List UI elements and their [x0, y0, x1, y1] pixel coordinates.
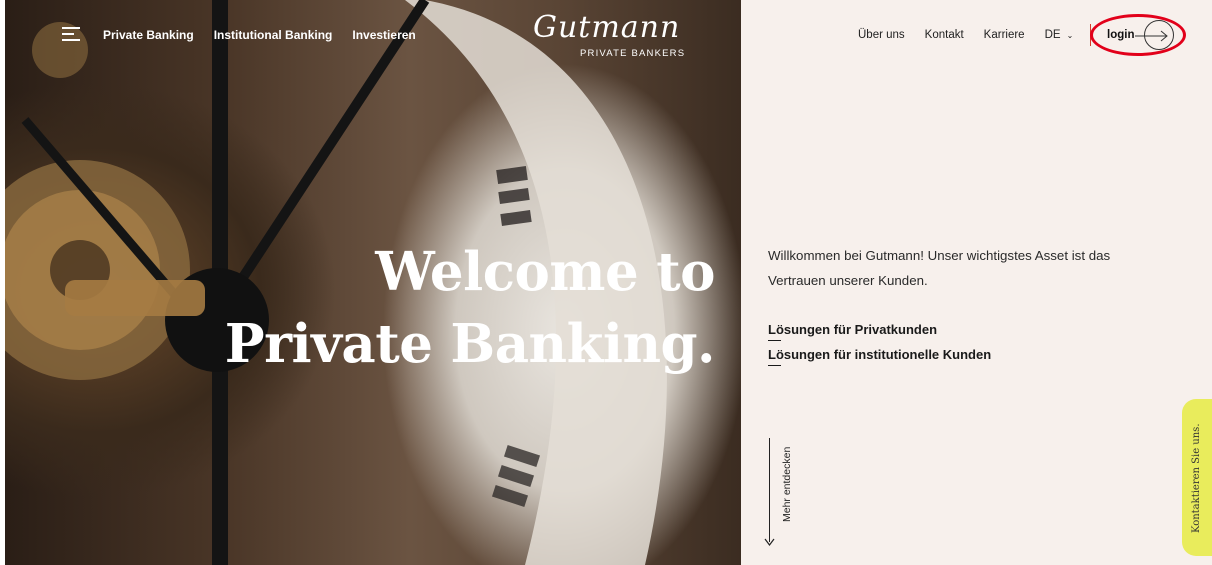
login-highlight-ring: [1090, 14, 1186, 56]
menu-icon[interactable]: [62, 27, 80, 41]
contact-tab-label: Kontaktieren Sie uns.: [1191, 423, 1202, 534]
solution-links: Lösungen für Privatkunden Lösungen für i…: [768, 321, 991, 371]
hero-image: Private Banking Institutional Banking In…: [5, 0, 741, 565]
language-label: DE: [1044, 29, 1061, 41]
nav-ueber-uns[interactable]: Über uns: [858, 29, 905, 41]
hero-title: Welcome to Private Banking.: [224, 236, 716, 380]
main-nav: Private Banking Institutional Banking In…: [103, 28, 416, 42]
nav-private-banking[interactable]: Private Banking: [103, 28, 194, 42]
scroll-label[interactable]: Mehr entdecken: [781, 447, 793, 522]
intro-text: Willkommen bei Gutmann! Unser wichtigste…: [768, 248, 1111, 288]
nav-investieren[interactable]: Investieren: [352, 28, 415, 42]
secondary-nav: Über uns Kontakt Karriere DE ⌄: [858, 29, 1073, 41]
link-institutionelle-kunden[interactable]: Lösungen für institutionelle Kunden: [768, 346, 991, 371]
logo-subtitle: PRIVATE BANKERS: [580, 48, 686, 59]
gutmann-logo[interactable]: Gutmann PRIVATE BANKERS: [529, 10, 729, 62]
link-privatkunden[interactable]: Lösungen für Privatkunden: [768, 321, 991, 346]
nav-karriere[interactable]: Karriere: [984, 29, 1025, 41]
nav-institutional-banking[interactable]: Institutional Banking: [214, 28, 333, 42]
arrow-down-icon[interactable]: [764, 537, 775, 547]
contact-tab[interactable]: Kontaktieren Sie uns.: [1182, 399, 1212, 556]
scroll-indicator-line: [769, 438, 770, 542]
hero-title-line-2: Private Banking.: [224, 313, 716, 375]
logo-script: Gutmann: [533, 10, 681, 45]
hero-title-line-1: Welcome to: [375, 241, 715, 303]
intro-panel: Über uns Kontakt Karriere DE ⌄ login Wil…: [741, 0, 1212, 565]
language-select[interactable]: DE ⌄: [1045, 29, 1074, 41]
nav-kontakt[interactable]: Kontakt: [925, 29, 964, 41]
chevron-down-icon: ⌄: [1066, 30, 1074, 40]
